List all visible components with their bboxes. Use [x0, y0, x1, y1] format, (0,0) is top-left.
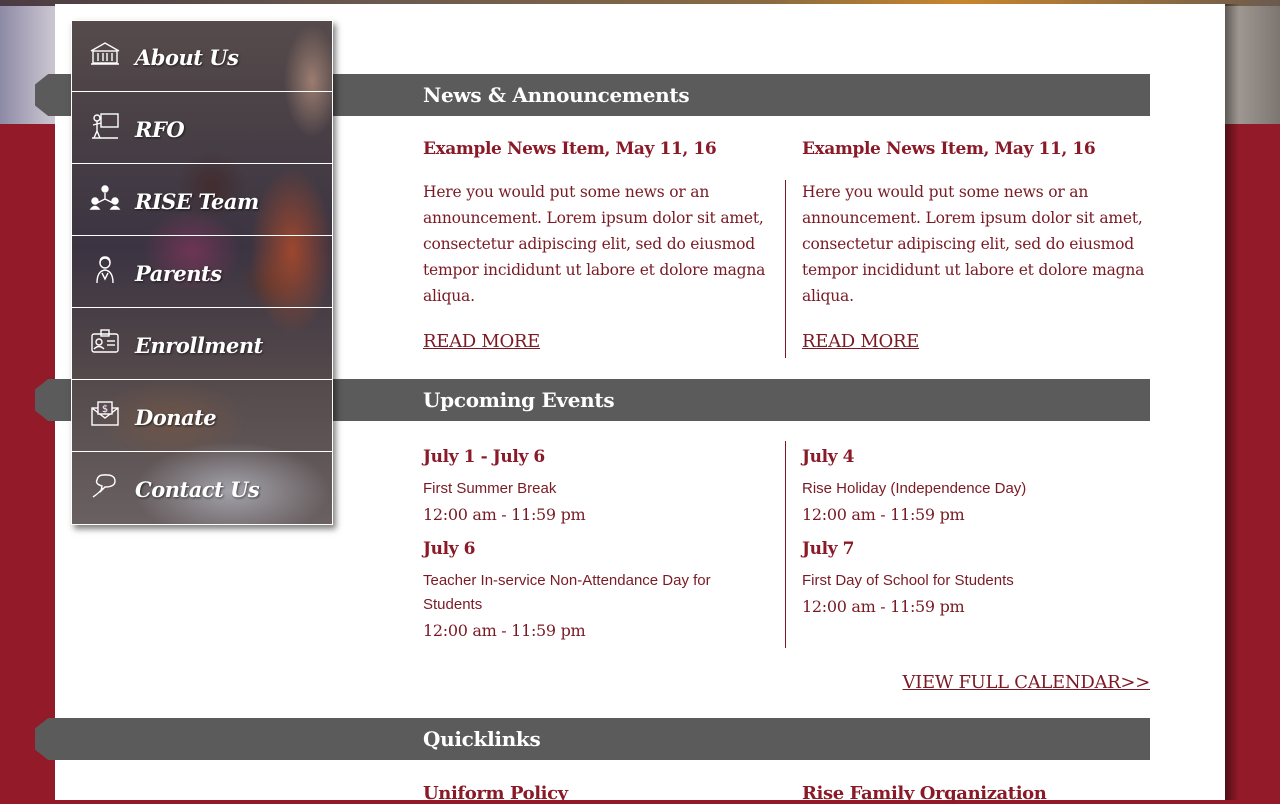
nav-item-parents[interactable]: Parents: [72, 237, 332, 308]
nav-item-label: RISE Team: [135, 189, 259, 214]
nav-item-label: Donate: [135, 405, 217, 430]
quicklink-uniform-policy[interactable]: Uniform Policy: [423, 783, 568, 804]
nav-item-label: Parents: [135, 261, 222, 286]
quicklinks-section-bar: [55, 718, 1150, 760]
nav-item-label: About Us: [135, 45, 239, 70]
event-description: First Day of School for Students: [802, 572, 1014, 589]
news-item-body: Here you would put some news or an annou…: [802, 183, 1145, 305]
svg-text:$: $: [102, 404, 108, 415]
nav-item-label: RFO: [135, 117, 185, 142]
column-divider: [785, 441, 786, 648]
event-description: Rise Holiday (Independence Day): [802, 480, 1027, 497]
column-divider: [785, 180, 786, 358]
event-time: 12:00 am - 11:59 pm: [423, 505, 586, 524]
event-date[interactable]: July 1 - July 6: [423, 447, 545, 467]
event-date[interactable]: July 7: [802, 539, 854, 559]
section-tab: [35, 379, 57, 421]
section-tab: [35, 718, 57, 760]
events-section-title: Upcoming Events: [423, 388, 615, 412]
view-full-calendar-link[interactable]: VIEW FULL CALENDAR>>: [902, 672, 1150, 693]
nav-item-label: Contact Us: [135, 477, 260, 502]
quicklinks-section-title: Quicklinks: [423, 727, 541, 751]
presentation-icon: [89, 111, 121, 141]
news-item-title[interactable]: Example News Item, May 11, 16: [423, 139, 717, 159]
event-date[interactable]: July 4: [802, 447, 854, 467]
event-time: 12:00 am - 11:59 pm: [802, 597, 965, 616]
donation-envelope-icon: $: [89, 399, 121, 429]
read-more-link[interactable]: READ MORE: [802, 331, 919, 352]
news-item-title[interactable]: Example News Item, May 11, 16: [802, 139, 1096, 159]
event-time: 12:00 am - 11:59 pm: [423, 621, 586, 640]
sidebar-nav: About Us RFO RISE Team Parents Enrollmen…: [71, 20, 333, 525]
nav-item-label: Enrollment: [135, 333, 263, 358]
event-time: 12:00 am - 11:59 pm: [802, 505, 965, 524]
nav-item-rfo[interactable]: RFO: [72, 93, 332, 164]
news-item-body: Here you would put some news or an annou…: [423, 183, 766, 305]
nav-item-about-us[interactable]: About Us: [72, 21, 332, 92]
panel-shadow: [1225, 4, 1239, 800]
news-section-title: News & Announcements: [423, 83, 690, 107]
chat-bubble-icon: [89, 471, 121, 501]
id-card-icon: [89, 327, 121, 357]
school-building-icon: [89, 39, 121, 69]
parent-icon: [89, 255, 121, 285]
read-more-link[interactable]: READ MORE: [423, 331, 540, 352]
nav-item-donate[interactable]: $ Donate: [72, 381, 332, 452]
nav-item-enrollment[interactable]: Enrollment: [72, 309, 332, 380]
nav-item-rise-team[interactable]: RISE Team: [72, 165, 332, 236]
team-icon: [89, 183, 121, 213]
quicklink-rise-family-organization[interactable]: Rise Family Organization: [802, 783, 1047, 804]
event-description: First Summer Break: [423, 480, 557, 497]
event-date[interactable]: July 6: [423, 539, 475, 559]
nav-item-contact-us[interactable]: Contact Us: [72, 453, 332, 524]
event-description: Teacher In-service Non-Attendance Day fo…: [423, 572, 711, 613]
